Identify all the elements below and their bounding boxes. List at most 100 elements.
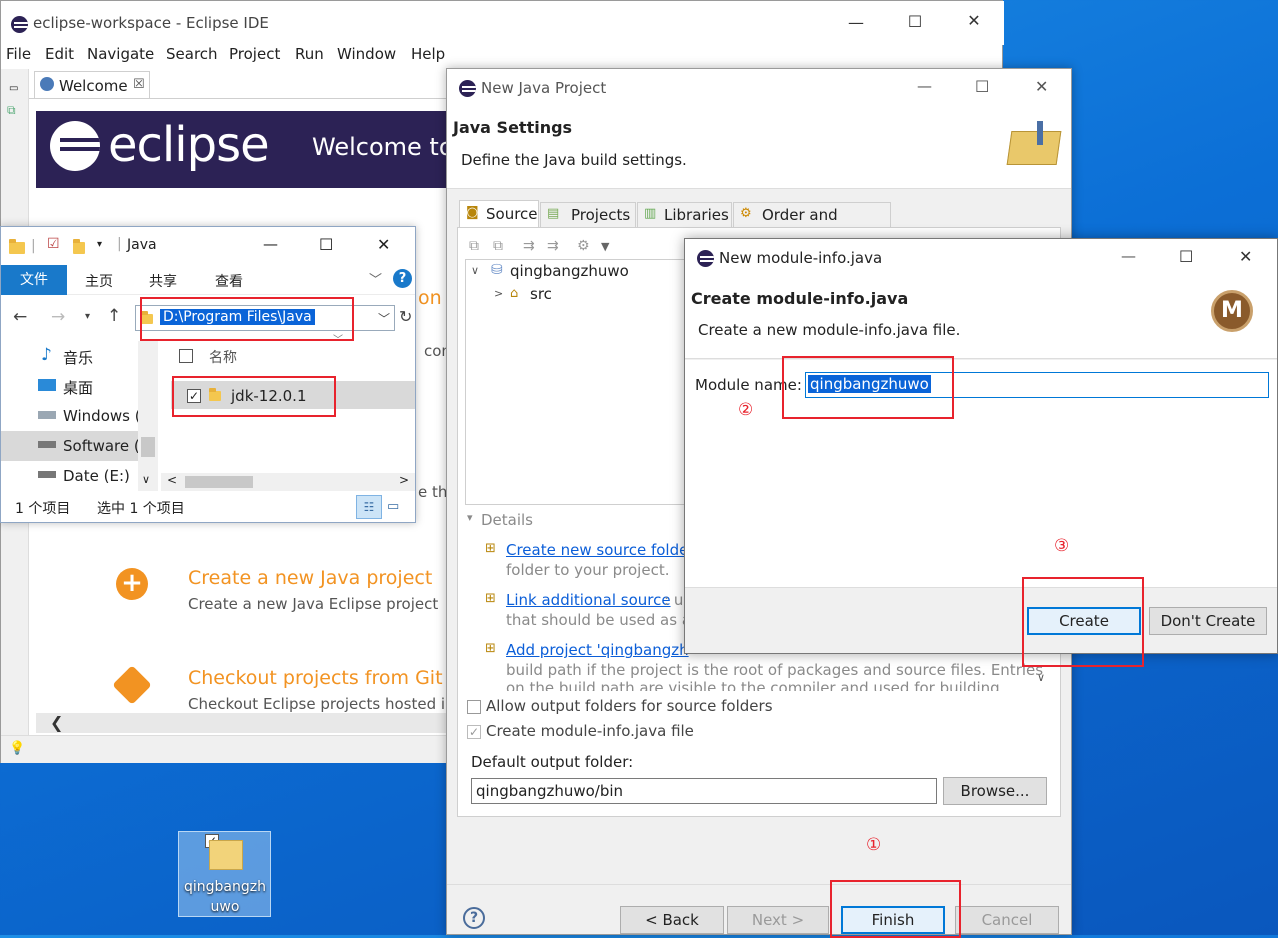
scroll-right-icon[interactable]: >: [399, 473, 409, 487]
menu-edit[interactable]: Edit: [45, 45, 74, 63]
tree-src[interactable]: src: [530, 285, 552, 303]
ribbon-view-tab[interactable]: 查看: [215, 271, 243, 291]
ribbon-home-tab[interactable]: 主页: [85, 271, 113, 291]
toolbar-icon[interactable]: ⚙: [577, 238, 590, 254]
next-button[interactable]: Next >: [727, 906, 829, 934]
details-scroll-down-icon[interactable]: ∨: [1037, 671, 1045, 684]
column-header-name[interactable]: 名称: [209, 347, 237, 367]
tab-close-icon[interactable]: ☒: [133, 77, 145, 92]
properties-icon[interactable]: ☑: [47, 236, 60, 252]
scroll-left-icon[interactable]: ❮: [50, 713, 63, 732]
module-maximize-icon[interactable]: ☐: [1179, 247, 1193, 266]
close-icon[interactable]: ✕: [954, 11, 994, 30]
ribbon-file-tab[interactable]: 文件: [1, 265, 67, 295]
chevron-down-icon[interactable]: ▾: [97, 239, 102, 250]
back-arrow-icon[interactable]: ←: [13, 307, 27, 327]
new-folder-icon[interactable]: [73, 239, 85, 254]
ribbon-expand-icon[interactable]: ﹀: [369, 269, 382, 288]
tab-welcome[interactable]: Welcome ☒: [34, 71, 150, 99]
menu-run[interactable]: Run: [295, 45, 324, 63]
create-source-folder-link[interactable]: Create new source folde: [506, 541, 688, 559]
forward-arrow-icon[interactable]: →: [51, 307, 65, 327]
menu-window[interactable]: Window: [337, 45, 396, 63]
welcome-hscrollbar[interactable]: ❮: [36, 713, 446, 733]
nav-item-windows[interactable]: Windows (: [63, 407, 141, 425]
njp-close-icon[interactable]: ✕: [1035, 77, 1048, 96]
toolbar-icon[interactable]: ⇉: [547, 238, 559, 254]
tab-projects[interactable]: ▤ Projects: [540, 202, 636, 228]
tree-project-name[interactable]: qingbangzhuwo: [510, 262, 629, 280]
dont-create-button[interactable]: Don't Create: [1149, 607, 1267, 635]
refresh-icon[interactable]: ↻: [399, 307, 412, 326]
tab-order-export[interactable]: ⚙ Order and Export: [733, 202, 891, 242]
details-label[interactable]: Details: [481, 511, 533, 529]
menu-project[interactable]: Project: [229, 45, 280, 63]
checkout-git-link[interactable]: Checkout projects from Git: [188, 667, 443, 689]
tab-source[interactable]: ◙ Source: [459, 200, 539, 228]
create-module-label[interactable]: Create module-info.java file: [486, 722, 694, 740]
nav-item-software[interactable]: Software (: [63, 437, 140, 455]
link-additional-source-link[interactable]: Link additional source: [506, 591, 671, 609]
add-project-link[interactable]: Add project 'qingbangzh: [506, 641, 689, 659]
menu-search[interactable]: Search: [166, 45, 218, 63]
allow-output-checkbox[interactable]: [467, 700, 481, 714]
nav-item-desktop[interactable]: 桌面: [63, 377, 93, 398]
explorer-maximize-icon[interactable]: ☐: [319, 235, 333, 254]
cancel-button[interactable]: Cancel: [955, 906, 1059, 934]
default-output-input[interactable]: qingbangzhuwo/bin: [471, 778, 937, 804]
collapse-chevron-icon[interactable]: >: [494, 287, 503, 300]
plus-circle-icon[interactable]: +: [116, 568, 148, 600]
toolbar-icon[interactable]: ⧉: [469, 238, 479, 254]
nav-scroll-thumb[interactable]: [141, 437, 155, 457]
scroll-down-icon[interactable]: ∨: [142, 473, 150, 486]
module-close-icon[interactable]: ✕: [1239, 247, 1252, 266]
drive-icon: [38, 411, 56, 419]
menu-file[interactable]: File: [6, 45, 31, 63]
help-icon[interactable]: ?: [463, 907, 485, 929]
njp-maximize-icon[interactable]: ☐: [975, 77, 989, 96]
annotation-number-2: ②: [738, 400, 754, 420]
ribbon-share-tab[interactable]: 共享: [149, 271, 177, 291]
select-all-checkbox[interactable]: [179, 349, 193, 363]
add-project-desc-clip: on the build path are visible to the com…: [506, 679, 1036, 691]
list-scroll-thumb[interactable]: [185, 476, 253, 488]
tiles-view-icon[interactable]: ▭: [387, 499, 399, 514]
nav-item-date[interactable]: Date (E:): [63, 467, 130, 485]
list-hscrollbar[interactable]: < >: [161, 473, 415, 491]
expand-chevron-icon[interactable]: ∨: [471, 264, 479, 277]
recent-locations-icon[interactable]: ▾: [85, 311, 90, 322]
scroll-left-icon[interactable]: <: [167, 473, 177, 487]
toolbar-dropdown-icon[interactable]: ▼: [601, 240, 609, 253]
details-view-icon[interactable]: ☷: [356, 495, 382, 519]
details-chevron-icon[interactable]: ▾: [467, 511, 473, 524]
nav-vscrollbar[interactable]: ∨: [138, 341, 158, 491]
restore-icon[interactable]: ▭: [9, 83, 18, 94]
explorer-minimize-icon[interactable]: —: [263, 235, 278, 253]
explorer-close-icon[interactable]: ✕: [377, 235, 390, 254]
tab-libraries[interactable]: ▥ Libraries: [637, 202, 732, 228]
toolbar-icon[interactable]: ⇉: [523, 238, 535, 254]
njp-minimize-icon[interactable]: —: [917, 77, 932, 95]
menu-navigate[interactable]: Navigate: [87, 45, 154, 63]
desktop-folder-icon[interactable]: ✓ qingbangzhuwo: [178, 831, 271, 917]
eclipse-logo-text: eclipse: [108, 117, 270, 173]
lightbulb-icon[interactable]: 💡: [9, 741, 25, 756]
address-dropdown-icon[interactable]: ﹀: [378, 310, 390, 327]
up-arrow-icon[interactable]: ↑: [107, 306, 121, 326]
minimize-icon[interactable]: —: [836, 13, 876, 32]
maximize-icon[interactable]: ☐: [895, 12, 935, 31]
back-button[interactable]: < Back: [620, 906, 724, 934]
nav-item-music[interactable]: 音乐: [63, 347, 93, 368]
perspective-icon[interactable]: ⧉: [7, 103, 16, 118]
create-module-checkbox[interactable]: ✓: [467, 725, 481, 739]
git-icon[interactable]: [112, 665, 152, 705]
allow-output-label[interactable]: Allow output folders for source folders: [486, 697, 773, 715]
drive-icon: [38, 471, 56, 478]
menu-help[interactable]: Help: [411, 45, 445, 63]
create-source-folder-desc: folder to your project.: [506, 561, 670, 579]
toolbar-icon[interactable]: ⧉: [493, 238, 503, 254]
help-icon[interactable]: ?: [393, 269, 412, 288]
browse-button[interactable]: Browse...: [943, 777, 1047, 805]
create-java-project-link[interactable]: Create a new Java project: [188, 567, 432, 589]
module-minimize-icon[interactable]: —: [1121, 247, 1136, 265]
